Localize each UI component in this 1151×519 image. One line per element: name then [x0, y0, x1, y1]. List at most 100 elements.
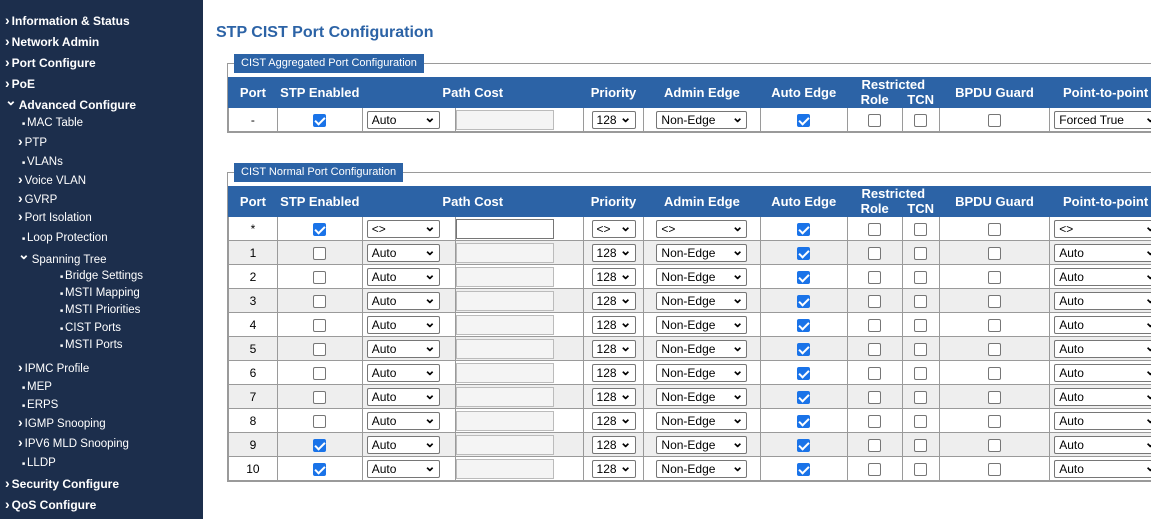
restricted-tcn-checkbox[interactable] — [914, 342, 928, 356]
stp-enabled-checkbox[interactable] — [313, 318, 327, 332]
path-cost-select[interactable]: Auto ⌄ — [366, 110, 440, 129]
path-cost-input[interactable] — [455, 242, 554, 263]
point-to-point-select[interactable]: Auto ⌄ — [1054, 243, 1151, 262]
stp-enabled-checkbox[interactable] — [313, 390, 327, 404]
stp-enabled-checkbox[interactable] — [313, 222, 327, 236]
bpdu-guard-checkbox[interactable] — [987, 294, 1001, 308]
auto-edge-checkbox[interactable] — [797, 438, 811, 452]
restricted-role-checkbox[interactable] — [868, 462, 882, 476]
path-cost-input[interactable] — [455, 109, 554, 130]
sidebar-item-ipmc-profile[interactable]: › IPMC Profile — [18, 360, 89, 375]
priority-select[interactable]: 128 ⌄ — [591, 363, 636, 382]
restricted-role-checkbox[interactable] — [868, 222, 882, 236]
sidebar-item-cist-ports[interactable]: ■ CIST Ports — [60, 322, 121, 334]
path-cost-select[interactable]: Auto ⌄ — [366, 243, 440, 262]
path-cost-select[interactable]: Auto ⌄ — [366, 267, 440, 286]
restricted-role-checkbox[interactable] — [868, 414, 882, 428]
sidebar-item-gvrp[interactable]: › GVRP — [18, 191, 57, 206]
restricted-tcn-checkbox[interactable] — [914, 113, 928, 127]
path-cost-select[interactable]: Auto ⌄ — [366, 411, 440, 430]
stp-enabled-checkbox[interactable] — [313, 438, 327, 452]
priority-select[interactable]: 128 ⌄ — [591, 291, 636, 310]
admin-edge-select[interactable]: Non-Edge ⌄ — [656, 435, 748, 454]
path-cost-input[interactable] — [455, 434, 554, 455]
admin-edge-select[interactable]: Non-Edge ⌄ — [656, 339, 748, 358]
bpdu-guard-checkbox[interactable] — [987, 366, 1001, 380]
priority-select[interactable]: 128 ⌄ — [591, 387, 636, 406]
restricted-role-checkbox[interactable] — [868, 294, 882, 308]
restricted-role-checkbox[interactable] — [868, 113, 882, 127]
restricted-tcn-checkbox[interactable] — [914, 462, 928, 476]
path-cost-select[interactable]: Auto ⌄ — [366, 339, 440, 358]
sidebar-item-qos-configure[interactable]: › QoS Configure — [5, 497, 96, 512]
point-to-point-select[interactable]: Auto ⌄ — [1054, 267, 1151, 286]
stp-enabled-checkbox[interactable] — [313, 113, 327, 127]
stp-enabled-checkbox[interactable] — [313, 342, 327, 356]
priority-select[interactable]: 128 ⌄ — [591, 339, 636, 358]
sidebar-item-port-configure[interactable]: › Port Configure — [5, 55, 96, 70]
sidebar-item-igmp-snooping[interactable]: › IGMP Snooping — [18, 415, 106, 430]
bpdu-guard-checkbox[interactable] — [987, 318, 1001, 332]
path-cost-select[interactable]: Auto ⌄ — [366, 459, 440, 478]
sidebar-item-vlans[interactable]: ■ VLANs — [22, 156, 63, 168]
sidebar-item-port-isolation[interactable]: › Port Isolation — [18, 209, 92, 224]
point-to-point-select[interactable]: Auto ⌄ — [1054, 387, 1151, 406]
sidebar-item-mep[interactable]: ■ MEP — [22, 381, 52, 393]
path-cost-input[interactable] — [455, 314, 554, 335]
priority-select[interactable]: 128 ⌄ — [591, 243, 636, 262]
sidebar-item-ipv6-mld-snooping[interactable]: › IPV6 MLD Snooping — [18, 435, 129, 450]
sidebar-item-network-admin[interactable]: › Network Admin — [5, 34, 99, 49]
admin-edge-select[interactable]: <> ⌄ — [656, 219, 748, 238]
path-cost-input[interactable] — [455, 290, 554, 311]
stp-enabled-checkbox[interactable] — [313, 414, 327, 428]
priority-select[interactable]: <> ⌄ — [591, 219, 636, 238]
point-to-point-select[interactable]: <> ⌄ — [1054, 219, 1151, 238]
priority-select[interactable]: 128 ⌄ — [591, 267, 636, 286]
sidebar-item-msti-ports[interactable]: ■ MSTI Ports — [60, 339, 123, 351]
path-cost-select[interactable]: Auto ⌄ — [366, 291, 440, 310]
admin-edge-select[interactable]: Non-Edge ⌄ — [656, 110, 748, 129]
restricted-tcn-checkbox[interactable] — [914, 318, 928, 332]
point-to-point-select[interactable]: Auto ⌄ — [1054, 339, 1151, 358]
bpdu-guard-checkbox[interactable] — [987, 270, 1001, 284]
point-to-point-select[interactable]: Auto ⌄ — [1054, 459, 1151, 478]
point-to-point-select[interactable]: Auto ⌄ — [1054, 291, 1151, 310]
auto-edge-checkbox[interactable] — [797, 270, 811, 284]
point-to-point-select[interactable]: Auto ⌄ — [1054, 315, 1151, 334]
restricted-role-checkbox[interactable] — [868, 342, 882, 356]
admin-edge-select[interactable]: Non-Edge ⌄ — [656, 363, 748, 382]
restricted-role-checkbox[interactable] — [868, 318, 882, 332]
sidebar-item-security-configure[interactable]: › Security Configure — [5, 476, 119, 491]
restricted-tcn-checkbox[interactable] — [914, 294, 928, 308]
priority-select[interactable]: 128 ⌄ — [591, 110, 636, 129]
sidebar-item-advanced-configure[interactable]: ⌄ Advanced Configure — [5, 93, 136, 112]
bpdu-guard-checkbox[interactable] — [987, 462, 1001, 476]
bpdu-guard-checkbox[interactable] — [987, 438, 1001, 452]
restricted-tcn-checkbox[interactable] — [914, 390, 928, 404]
auto-edge-checkbox[interactable] — [797, 222, 811, 236]
auto-edge-checkbox[interactable] — [797, 294, 811, 308]
sidebar-item-poe[interactable]: › PoE — [5, 76, 35, 91]
auto-edge-checkbox[interactable] — [797, 246, 811, 260]
restricted-tcn-checkbox[interactable] — [914, 222, 928, 236]
admin-edge-select[interactable]: Non-Edge ⌄ — [656, 267, 748, 286]
point-to-point-select[interactable]: Auto ⌄ — [1054, 411, 1151, 430]
auto-edge-checkbox[interactable] — [797, 113, 811, 127]
path-cost-select[interactable]: Auto ⌄ — [366, 435, 440, 454]
path-cost-input[interactable] — [455, 458, 554, 479]
point-to-point-select[interactable]: Auto ⌄ — [1054, 435, 1151, 454]
path-cost-input[interactable] — [455, 362, 554, 383]
restricted-tcn-checkbox[interactable] — [914, 366, 928, 380]
path-cost-input[interactable] — [455, 386, 554, 407]
auto-edge-checkbox[interactable] — [797, 318, 811, 332]
restricted-role-checkbox[interactable] — [868, 438, 882, 452]
bpdu-guard-checkbox[interactable] — [987, 342, 1001, 356]
path-cost-select[interactable]: Auto ⌄ — [366, 387, 440, 406]
priority-select[interactable]: 128 ⌄ — [591, 459, 636, 478]
stp-enabled-checkbox[interactable] — [313, 366, 327, 380]
auto-edge-checkbox[interactable] — [797, 390, 811, 404]
path-cost-select[interactable]: Auto ⌄ — [366, 315, 440, 334]
path-cost-input[interactable] — [455, 218, 554, 239]
priority-select[interactable]: 128 ⌄ — [591, 435, 636, 454]
stp-enabled-checkbox[interactable] — [313, 246, 327, 260]
